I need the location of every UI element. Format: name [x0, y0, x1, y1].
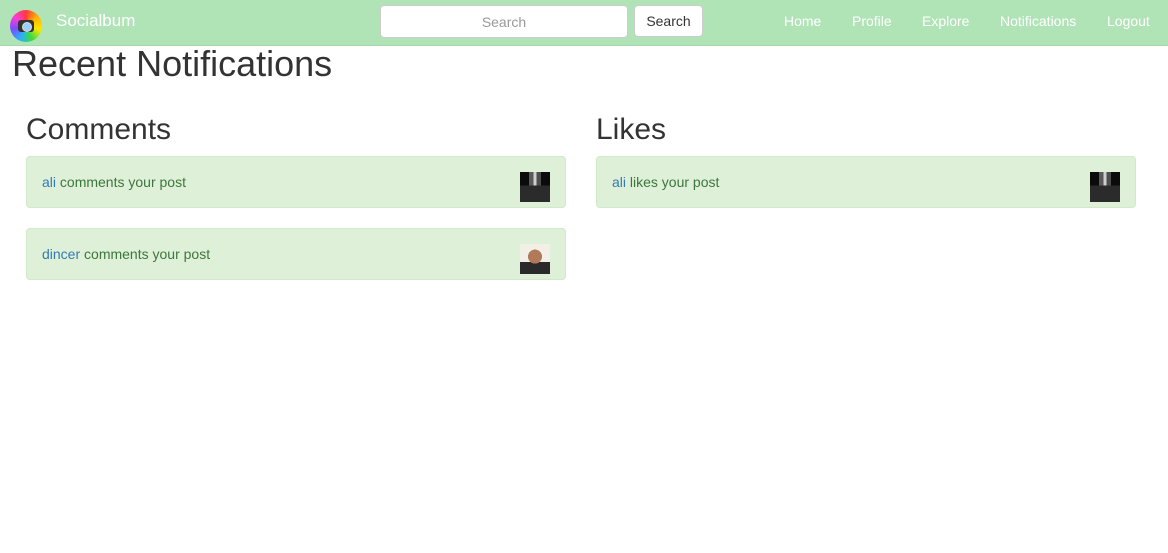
nav-logout[interactable]: Logout [1107, 13, 1150, 29]
nav-home[interactable]: Home [784, 13, 821, 29]
post-thumbnail[interactable] [520, 172, 550, 202]
notification-text: ali comments your post [42, 174, 186, 191]
comment-notification: ali comments your post [26, 156, 566, 208]
notification-message: comments your post [80, 246, 211, 262]
nav-profile[interactable]: Profile [852, 13, 892, 29]
likes-title: Likes [596, 113, 667, 146]
post-thumbnail[interactable] [520, 244, 550, 274]
like-notification: ali likes your post [596, 156, 1136, 208]
search-input[interactable] [380, 5, 628, 38]
camera-icon[interactable] [10, 10, 42, 42]
brand-name[interactable]: Socialbum [56, 11, 135, 31]
user-link[interactable]: ali [612, 174, 626, 190]
page-title: Recent Notifications [12, 43, 333, 84]
nav-notifications[interactable]: Notifications [1000, 13, 1076, 29]
user-link[interactable]: ali [42, 174, 56, 190]
nav-explore[interactable]: Explore [922, 13, 969, 29]
notification-text: ali likes your post [612, 174, 719, 191]
comment-notification: dincer comments your post [26, 228, 566, 280]
notification-message: comments your post [56, 174, 186, 190]
notification-message: likes your post [626, 174, 720, 190]
navbar: Socialbum Search Home Profile Explore No… [0, 0, 1168, 46]
user-link[interactable]: dincer [42, 246, 80, 262]
post-thumbnail[interactable] [1090, 172, 1120, 202]
search-button[interactable]: Search [634, 5, 703, 37]
notification-text: dincer comments your post [42, 246, 210, 263]
comments-title: Comments [26, 113, 172, 146]
